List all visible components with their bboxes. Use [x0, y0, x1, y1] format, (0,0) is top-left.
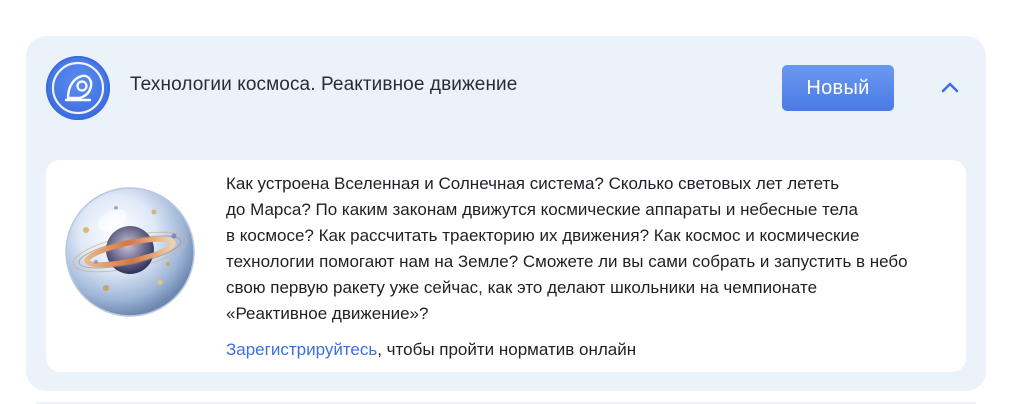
new-badge: Новый — [782, 65, 894, 111]
chevron-up-icon[interactable] — [938, 76, 962, 100]
description-line: свою первую ракету уже сейчас, как это д… — [226, 278, 818, 297]
description-line: Как устроена Вселенная и Солнечная систе… — [226, 174, 840, 193]
register-cta: Зарегистрируйтесь, чтобы пройти норматив… — [226, 337, 636, 363]
description-line: до Марса? По каким законам движутся косм… — [226, 200, 858, 219]
course-title: Технологии космоса. Реактивное движение — [130, 74, 518, 95]
description-line: технологии помогают нам на Земле? Сможет… — [226, 252, 908, 271]
course-card: Технологии космоса. Реактивное движение … — [26, 36, 986, 391]
description-line: в космосе? Как рассчитать траекторию их … — [226, 226, 860, 245]
rocket-helmet-icon — [46, 56, 110, 120]
course-description: Как устроена Вселенная и Солнечная систе… — [226, 171, 956, 327]
course-header[interactable]: Технологии космоса. Реактивное движение … — [26, 36, 986, 140]
description-line: «Реактивное движение»? — [226, 304, 429, 323]
register-link[interactable]: Зарегистрируйтесь — [226, 340, 377, 359]
register-cta-text: , чтобы пройти норматив онлайн — [377, 340, 637, 359]
course-details-panel: Как устроена Вселенная и Солнечная систе… — [46, 160, 966, 372]
planet-sphere-image — [56, 170, 208, 330]
